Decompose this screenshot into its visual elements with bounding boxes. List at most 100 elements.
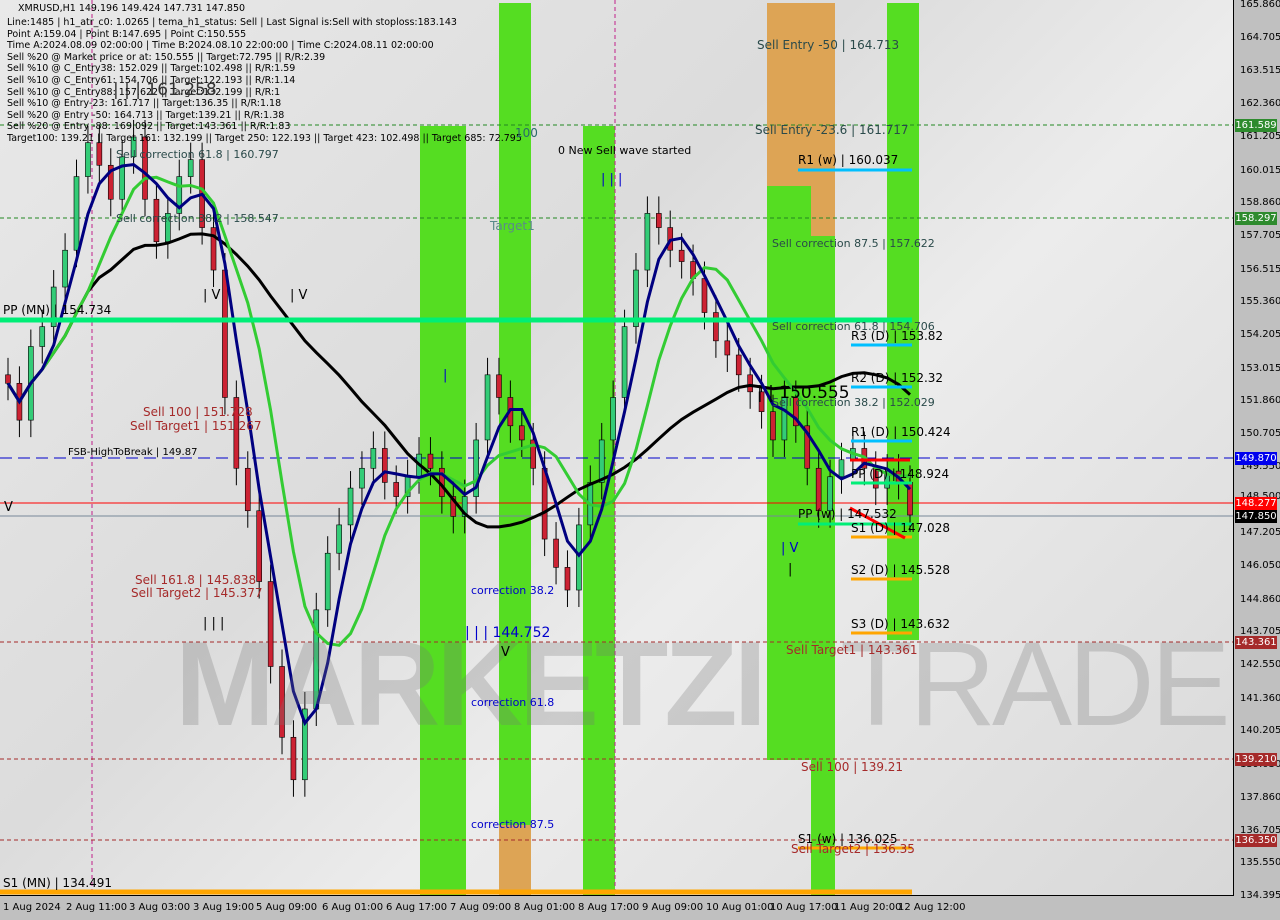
chart-plot-area[interactable]: MARKETZI TRADE XMRUSD,H1 149.196 149.424… (0, 0, 1234, 896)
candle-body (713, 312, 719, 342)
chart-annotation: correction 87.5 (471, 818, 555, 831)
y-tick-label: 141.360 (1240, 692, 1280, 704)
x-tick-label: 12 Aug 12:00 (898, 902, 966, 913)
candle-body (644, 213, 651, 271)
pivot-label: PP (D) | 148.924 (851, 467, 950, 481)
candle-body (142, 136, 148, 200)
candle-body (838, 459, 845, 478)
pivot-label: R1 (D) | 150.424 (851, 425, 951, 439)
y-tick-label: 144.860 (1240, 593, 1280, 605)
chart-annotation: | | | 144.752 (465, 625, 551, 641)
y-tick-label: 140.205 (1240, 725, 1280, 737)
candle-body (827, 476, 833, 512)
candle-body (381, 448, 388, 483)
pivot-label: PP (w) | 147.532 (798, 507, 897, 521)
chart-annotation: Sell Entry -23.6 | 161.717 (755, 123, 909, 137)
chart-annotation: FSB-HighToBreak | 149.87 (68, 447, 198, 458)
info-line: Sell %20 @ Entry -88: 169.092 || Target:… (7, 121, 291, 133)
chart-annotation: Sell Entry -50 | 164.713 (757, 38, 900, 52)
candle-body (359, 467, 365, 489)
candle-body (244, 467, 251, 512)
chart-annotation: Sell correction 61.8 | 160.797 (116, 148, 279, 161)
pivot-label: S3 (D) | 143.632 (851, 617, 950, 631)
candle-body (518, 425, 525, 441)
y-tick-label: 153.015 (1240, 362, 1280, 374)
candle-body (222, 269, 228, 398)
symbol-line: XMRUSD,H1 149.196 149.424 147.731 147.85… (18, 3, 246, 14)
y-tick-label: 163.515 (1240, 65, 1280, 77)
wave-label: | V (203, 288, 221, 303)
chart-annotation: 0 New Sell wave started (558, 144, 692, 157)
candle-body (393, 482, 400, 497)
candle-body (210, 227, 217, 271)
info-line: Sell %10 @ C_Entry38: 152.029 || Target:… (7, 63, 296, 75)
wave-label: | (788, 562, 793, 577)
price-tag: 148.277 (1235, 497, 1277, 510)
pivot-label: R2 (D) | 152.32 (851, 371, 944, 385)
y-tick-label: 146.050 (1240, 559, 1280, 571)
chart-annotation: Sell Target1 | 143.361 (786, 643, 918, 657)
candle-body (336, 524, 342, 554)
x-tick-label: 3 Aug 19:00 (193, 902, 255, 913)
chart-annotation: Target1 (490, 219, 535, 233)
wave-label: | V (781, 541, 799, 556)
pivot-label: S1 (MN) | 134.491 (3, 876, 113, 890)
chart-annotation: correction 61.8 (471, 696, 555, 709)
info-line: Time A:2024.08.09 02:00:00 | Time B:2024… (7, 40, 434, 52)
x-tick-label: 3 Aug 03:00 (129, 902, 191, 913)
chart-annotation: Sell correction 61.8 | 154.706 (772, 320, 935, 333)
chart-annotation: Sell Target2 | 136.35 (791, 842, 915, 856)
x-tick-label: 7 Aug 09:00 (450, 902, 512, 913)
pivot-label: S2 (D) | 145.528 (851, 563, 950, 577)
candle-body (62, 249, 68, 288)
x-tick-label: 11 Aug 20:00 (834, 902, 902, 913)
watermark-right: TRADE (840, 617, 1231, 751)
candle-body (747, 374, 753, 393)
x-tick-label: 6 Aug 01:00 (322, 902, 384, 913)
candle-body (770, 411, 776, 441)
candle-body (427, 453, 434, 469)
x-tick-label: 2 Aug 11:00 (66, 902, 128, 913)
y-tick-label: 157.705 (1240, 229, 1280, 241)
wave-label: | (443, 368, 448, 383)
chart-annotation: 100 (515, 126, 538, 140)
y-tick-label: 160.015 (1240, 164, 1280, 176)
chart-annotation: | | | 161.258 (113, 80, 217, 100)
price-tag: 143.361 (1235, 636, 1277, 649)
candle-body (324, 552, 331, 611)
y-tick-label: 156.515 (1240, 263, 1280, 275)
x-tick-label: 9 Aug 09:00 (642, 902, 704, 913)
candle-body (256, 510, 262, 582)
candle-body (119, 156, 125, 200)
x-tick-label: 8 Aug 17:00 (578, 902, 640, 913)
y-tick-label: 135.550 (1240, 857, 1280, 869)
candle-body (724, 340, 731, 356)
chart-annotation: Sell 161.8 | 145.838 (135, 573, 257, 587)
y-tick-label: 134.395 (1240, 890, 1280, 901)
x-tick-label: 10 Aug 01:00 (706, 902, 774, 913)
info-line: Sell %20 @ Entry -50: 164.713 || Target:… (7, 109, 285, 121)
zone-band (499, 825, 531, 895)
price-tag: 161.589 (1235, 119, 1277, 132)
chart-annotation: Sell 100 | 139.21 (801, 760, 904, 774)
chart-annotation: Sell correction 87.5 | 157.622 (772, 237, 935, 250)
candle-body (496, 374, 502, 398)
candle-body (553, 538, 559, 568)
price-tag: 158.297 (1235, 212, 1277, 225)
candle-body (701, 278, 708, 313)
price-tag: 139.210 (1235, 753, 1277, 766)
y-tick-label: 162.360 (1240, 98, 1280, 110)
y-tick-label: 150.705 (1240, 428, 1280, 440)
chart-annotation: Sell Target1 | 151.267 (130, 419, 262, 433)
zone-band (420, 126, 466, 895)
candle-body (96, 142, 103, 166)
candle-body (370, 448, 377, 469)
y-tick-label: 154.205 (1240, 329, 1280, 341)
wave-label: V (501, 645, 510, 660)
candle-body (73, 176, 80, 251)
y-tick-label: 142.550 (1240, 659, 1280, 671)
candle-body (564, 567, 571, 591)
chart-annotation: Sell 100 | 151.728 (143, 405, 253, 419)
y-tick-label: 155.360 (1240, 296, 1280, 308)
info-line: Line:1485 | h1_atr_c0: 1.0265 | tema_h1_… (7, 17, 457, 28)
